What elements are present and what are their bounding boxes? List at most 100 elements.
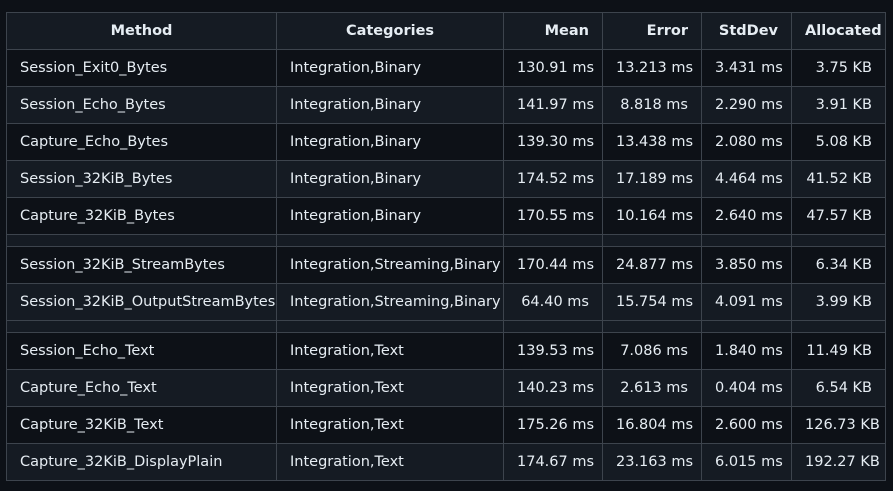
cell-stddev: 4.464 ms bbox=[701, 160, 792, 198]
cell-mean: 64.40 ms bbox=[503, 283, 603, 321]
cell-stddev: 2.600 ms bbox=[701, 406, 792, 444]
cell-error: 13.438 ms bbox=[602, 123, 702, 161]
cell-mean: 139.53 ms bbox=[503, 332, 603, 370]
cell-stddev: 1.840 ms bbox=[701, 332, 792, 370]
cell-allocated: 11.49 KB bbox=[791, 332, 886, 370]
cell-mean: 139.30 ms bbox=[503, 123, 603, 161]
cell-error: 24.877 ms bbox=[602, 246, 702, 284]
cell-mean: 141.97 ms bbox=[503, 86, 603, 124]
separator-cell bbox=[602, 320, 702, 333]
table-row: Session_Echo_Text Integration,Text 139.5… bbox=[6, 332, 886, 370]
cell-error: 16.804 ms bbox=[602, 406, 702, 444]
separator-cell bbox=[701, 234, 792, 247]
table-row: Session_32KiB_StreamBytes Integration,St… bbox=[6, 246, 886, 284]
separator-cell bbox=[276, 320, 504, 333]
cell-error: 8.818 ms bbox=[602, 86, 702, 124]
cell-method: Session_32KiB_StreamBytes bbox=[6, 246, 277, 284]
cell-mean: 170.44 ms bbox=[503, 246, 603, 284]
separator-cell bbox=[791, 320, 886, 333]
cell-error: 10.164 ms bbox=[602, 197, 702, 235]
benchmark-table: Method Categories Mean Error StdDev Allo… bbox=[6, 12, 886, 481]
separator-cell bbox=[503, 234, 603, 247]
benchmark-table-container: Method Categories Mean Error StdDev Allo… bbox=[6, 12, 886, 481]
cell-categories: Integration,Binary bbox=[276, 49, 504, 87]
cell-categories: Integration,Text bbox=[276, 369, 504, 407]
cell-allocated: 192.27 KB bbox=[791, 443, 886, 481]
separator-cell bbox=[503, 320, 603, 333]
cell-stddev: 4.091 ms bbox=[701, 283, 792, 321]
cell-error: 13.213 ms bbox=[602, 49, 702, 87]
cell-stddev: 6.015 ms bbox=[701, 443, 792, 481]
table-row: Capture_32KiB_DisplayPlain Integration,T… bbox=[6, 443, 886, 481]
cell-categories: Integration,Text bbox=[276, 443, 504, 481]
cell-allocated: 6.34 KB bbox=[791, 246, 886, 284]
cell-method: Capture_Echo_Bytes bbox=[6, 123, 277, 161]
cell-stddev: 0.404 ms bbox=[701, 369, 792, 407]
cell-allocated: 3.75 KB bbox=[791, 49, 886, 87]
header-mean: Mean bbox=[503, 12, 603, 50]
cell-error: 2.613 ms bbox=[602, 369, 702, 407]
table-row: Capture_Echo_Bytes Integration,Binary 13… bbox=[6, 123, 886, 161]
group-separator-row bbox=[6, 320, 886, 333]
cell-allocated: 3.91 KB bbox=[791, 86, 886, 124]
cell-categories: Integration,Binary bbox=[276, 160, 504, 198]
cell-method: Session_Echo_Bytes bbox=[6, 86, 277, 124]
cell-allocated: 47.57 KB bbox=[791, 197, 886, 235]
table-row: Capture_32KiB_Bytes Integration,Binary 1… bbox=[6, 197, 886, 235]
cell-allocated: 41.52 KB bbox=[791, 160, 886, 198]
header-stddev: StdDev bbox=[701, 12, 792, 50]
cell-method: Session_32KiB_Bytes bbox=[6, 160, 277, 198]
separator-cell bbox=[602, 234, 702, 247]
cell-mean: 175.26 ms bbox=[503, 406, 603, 444]
header-categories: Categories bbox=[276, 12, 504, 50]
separator-cell bbox=[6, 234, 277, 247]
cell-categories: Integration,Streaming,Binary bbox=[276, 283, 504, 321]
cell-allocated: 126.73 KB bbox=[791, 406, 886, 444]
cell-method: Session_32KiB_OutputStreamBytes bbox=[6, 283, 277, 321]
table-row: Session_Echo_Bytes Integration,Binary 14… bbox=[6, 86, 886, 124]
header-allocated: Allocated bbox=[791, 12, 886, 50]
cell-allocated: 6.54 KB bbox=[791, 369, 886, 407]
cell-categories: Integration,Streaming,Binary bbox=[276, 246, 504, 284]
table-header-row: Method Categories Mean Error StdDev Allo… bbox=[6, 12, 886, 50]
cell-stddev: 3.431 ms bbox=[701, 49, 792, 87]
cell-mean: 170.55 ms bbox=[503, 197, 603, 235]
cell-method: Capture_32KiB_Text bbox=[6, 406, 277, 444]
table-row: Session_32KiB_Bytes Integration,Binary 1… bbox=[6, 160, 886, 198]
cell-method: Capture_32KiB_Bytes bbox=[6, 197, 277, 235]
cell-error: 7.086 ms bbox=[602, 332, 702, 370]
table-row: Session_32KiB_OutputStreamBytes Integrat… bbox=[6, 283, 886, 321]
header-error: Error bbox=[602, 12, 702, 50]
cell-categories: Integration,Text bbox=[276, 332, 504, 370]
separator-cell bbox=[276, 234, 504, 247]
cell-stddev: 3.850 ms bbox=[701, 246, 792, 284]
cell-stddev: 2.080 ms bbox=[701, 123, 792, 161]
cell-stddev: 2.640 ms bbox=[701, 197, 792, 235]
separator-cell bbox=[791, 234, 886, 247]
cell-method: Capture_Echo_Text bbox=[6, 369, 277, 407]
header-method: Method bbox=[6, 12, 277, 50]
separator-cell bbox=[701, 320, 792, 333]
cell-method: Session_Echo_Text bbox=[6, 332, 277, 370]
cell-error: 15.754 ms bbox=[602, 283, 702, 321]
cell-stddev: 2.290 ms bbox=[701, 86, 792, 124]
cell-categories: Integration,Binary bbox=[276, 86, 504, 124]
cell-allocated: 5.08 KB bbox=[791, 123, 886, 161]
cell-error: 23.163 ms bbox=[602, 443, 702, 481]
cell-mean: 174.52 ms bbox=[503, 160, 603, 198]
table-row: Capture_Echo_Text Integration,Text 140.2… bbox=[6, 369, 886, 407]
cell-mean: 174.67 ms bbox=[503, 443, 603, 481]
cell-categories: Integration,Binary bbox=[276, 197, 504, 235]
cell-mean: 140.23 ms bbox=[503, 369, 603, 407]
table-row: Session_Exit0_Bytes Integration,Binary 1… bbox=[6, 49, 886, 87]
separator-cell bbox=[6, 320, 277, 333]
cell-error: 17.189 ms bbox=[602, 160, 702, 198]
cell-categories: Integration,Text bbox=[276, 406, 504, 444]
cell-allocated: 3.99 KB bbox=[791, 283, 886, 321]
cell-categories: Integration,Binary bbox=[276, 123, 504, 161]
cell-mean: 130.91 ms bbox=[503, 49, 603, 87]
group-separator-row bbox=[6, 234, 886, 247]
cell-method: Session_Exit0_Bytes bbox=[6, 49, 277, 87]
table-row: Capture_32KiB_Text Integration,Text 175.… bbox=[6, 406, 886, 444]
cell-method: Capture_32KiB_DisplayPlain bbox=[6, 443, 277, 481]
